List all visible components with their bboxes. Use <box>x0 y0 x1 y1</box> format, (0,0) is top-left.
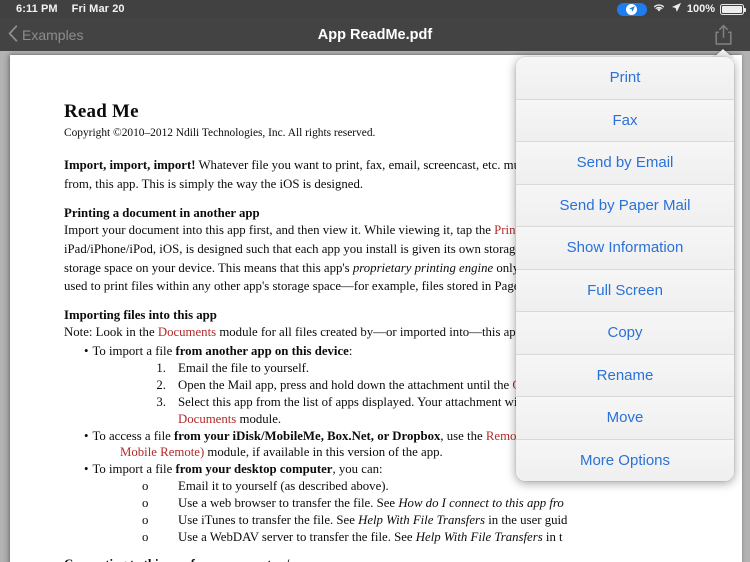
bullet-glyph-icon: • <box>84 462 89 477</box>
page-title: App ReadMe.pdf <box>317 26 433 43</box>
menu-item-fax[interactable]: Fax <box>516 99 734 142</box>
status-bar: 6:11 PM Fri Mar 20 100% <box>0 0 750 18</box>
menu-item-print[interactable]: Print <box>516 57 734 100</box>
intro-rest: Whatever file you want to print, fax, em… <box>195 158 544 173</box>
o4-b: in t <box>542 529 563 544</box>
list-number: 3. <box>156 394 166 409</box>
menu-item-full-screen[interactable]: Full Screen <box>516 269 734 312</box>
chevron-left-icon <box>8 24 18 45</box>
o4-a: Use a WebDAV server to transfer the file… <box>178 529 416 544</box>
section3-heading-line1: Connecting to this app from a computer / <box>64 556 742 562</box>
b1-b: : <box>348 344 353 359</box>
b2-bold: from your iDisk/MobileMe, Box.Net, or Dr… <box>174 428 441 443</box>
documents-link[interactable]: Documents <box>158 325 216 339</box>
circle-bullet-icon: o <box>142 479 149 494</box>
o3-a: Use iTunes to transfer the file. See <box>178 513 359 528</box>
ipad-screen: 6:11 PM Fri Mar 20 100% Examples App Rea… <box>0 0 750 562</box>
share-icon[interactable] <box>710 22 736 48</box>
o2-italic: How do I connect to this app fro <box>398 496 564 511</box>
status-time: 6:11 PM <box>16 3 58 15</box>
sub-item-4: o Use a WebDAV server to transfer the fil… <box>64 529 742 546</box>
n1-text: Email the file to yourself. <box>178 361 310 376</box>
o4-italic: Help With File Transfers <box>415 529 543 544</box>
bullet-glyph-icon: • <box>84 428 89 443</box>
status-right-group: 100% <box>616 2 746 16</box>
b3-b: , you can: <box>332 462 383 477</box>
battery-percent: 100% <box>686 3 715 15</box>
sub-item-2: o Use a web browser to transfer the file.… <box>64 495 742 512</box>
b2-a: To access a file <box>92 428 175 443</box>
mobile-remote-link[interactable]: Mobile Remote) <box>120 445 204 459</box>
battery-icon <box>720 3 746 15</box>
list-number: 2. <box>156 377 166 392</box>
menu-item-copy[interactable]: Copy <box>516 312 734 355</box>
s2-note-a: Note: Look in the <box>64 325 158 340</box>
b1-bold: from another app on this device <box>175 344 349 359</box>
o3-b: in the user guid <box>485 513 568 528</box>
menu-item-more-options[interactable]: More Options <box>516 439 734 481</box>
back-button-label: Examples <box>22 26 84 43</box>
b1-a: To import a file <box>92 344 176 359</box>
o2-a: Use a web browser to transfer the file. … <box>178 496 399 511</box>
s2-note-b: module for all files created by—or impor… <box>216 325 526 340</box>
b3-a: To import a file <box>92 462 176 477</box>
b2-cont: module, if available in this version of … <box>204 445 443 460</box>
circle-bullet-icon: o <box>142 513 149 528</box>
s1-l1a: Import your document into this app first… <box>64 222 495 237</box>
menu-item-show-information[interactable]: Show Information <box>516 227 734 270</box>
share-popover-menu: Print Fax Send by Email Send by Paper Ma… <box>516 57 734 481</box>
intro-bold: Import, import, import! <box>64 158 196 173</box>
menu-item-rename[interactable]: Rename <box>516 354 734 397</box>
menu-item-send-by-email[interactable]: Send by Email <box>516 142 734 185</box>
status-date: Fri Mar 20 <box>71 3 125 15</box>
o3-italic: Help With File Transfers <box>358 513 485 528</box>
circle-bullet-icon: o <box>142 529 149 544</box>
navigation-arrow-icon <box>671 2 682 16</box>
sub-item-3: o Use iTunes to transfer the file. See He… <box>64 512 742 529</box>
o1-text: Email it to yourself (as described above… <box>178 479 389 494</box>
menu-item-send-by-paper-mail[interactable]: Send by Paper Mail <box>516 184 734 227</box>
menu-item-move[interactable]: Move <box>516 397 734 440</box>
wifi-icon <box>652 2 666 16</box>
n3-text: Select this app from the list of apps di… <box>178 394 566 409</box>
list-number: 1. <box>156 361 166 376</box>
location-arrow-icon <box>616 2 647 16</box>
n2-text: Open the Mail app, press and hold down t… <box>178 377 513 392</box>
n3-tail: module. <box>236 411 282 426</box>
circle-bullet-icon: o <box>142 496 149 511</box>
s1-l3-italic: proprietary printing engine <box>352 260 494 275</box>
b3-bold: from your desktop computer <box>175 462 333 477</box>
nav-bar: Examples App ReadMe.pdf <box>0 18 750 51</box>
bullet-glyph-icon: • <box>84 344 89 359</box>
b2-b: , use the <box>440 428 486 443</box>
back-button[interactable]: Examples <box>8 24 84 45</box>
documents-link-2[interactable]: Documents <box>178 412 236 426</box>
s1-l3a: storage space on your device. This means… <box>64 260 353 275</box>
